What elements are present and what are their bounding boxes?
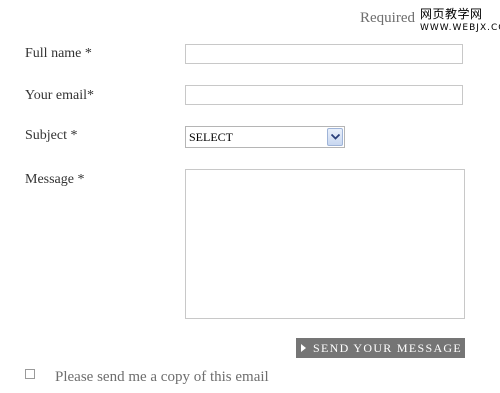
watermark: 网页教学网 WWW.WEBJX.COM — [420, 8, 500, 36]
subject-label: Subject * — [25, 128, 78, 143]
subject-select-value: SELECT — [189, 130, 233, 144]
message-label: Message * — [25, 172, 85, 187]
send-message-label: SEND YOUR MESSAGE — [313, 341, 463, 355]
play-arrow-icon — [301, 344, 306, 352]
copy-email-checkbox[interactable] — [25, 369, 35, 379]
watermark-text: 网页教学网 — [420, 8, 500, 20]
required-note: Required — [360, 10, 415, 26]
full-name-input[interactable] — [185, 44, 463, 64]
email-label: Your email* — [25, 88, 94, 103]
subject-select[interactable]: SELECT — [185, 126, 345, 148]
chevron-down-icon[interactable] — [327, 128, 343, 146]
copy-email-label[interactable]: Please send me a copy of this email — [55, 369, 269, 386]
send-message-button[interactable]: SEND YOUR MESSAGE — [296, 338, 465, 358]
email-input[interactable] — [185, 85, 463, 105]
message-textarea[interactable] — [185, 169, 465, 319]
watermark-url: WWW.WEBJX.COM — [420, 23, 500, 33]
full-name-label: Full name * — [25, 46, 92, 61]
